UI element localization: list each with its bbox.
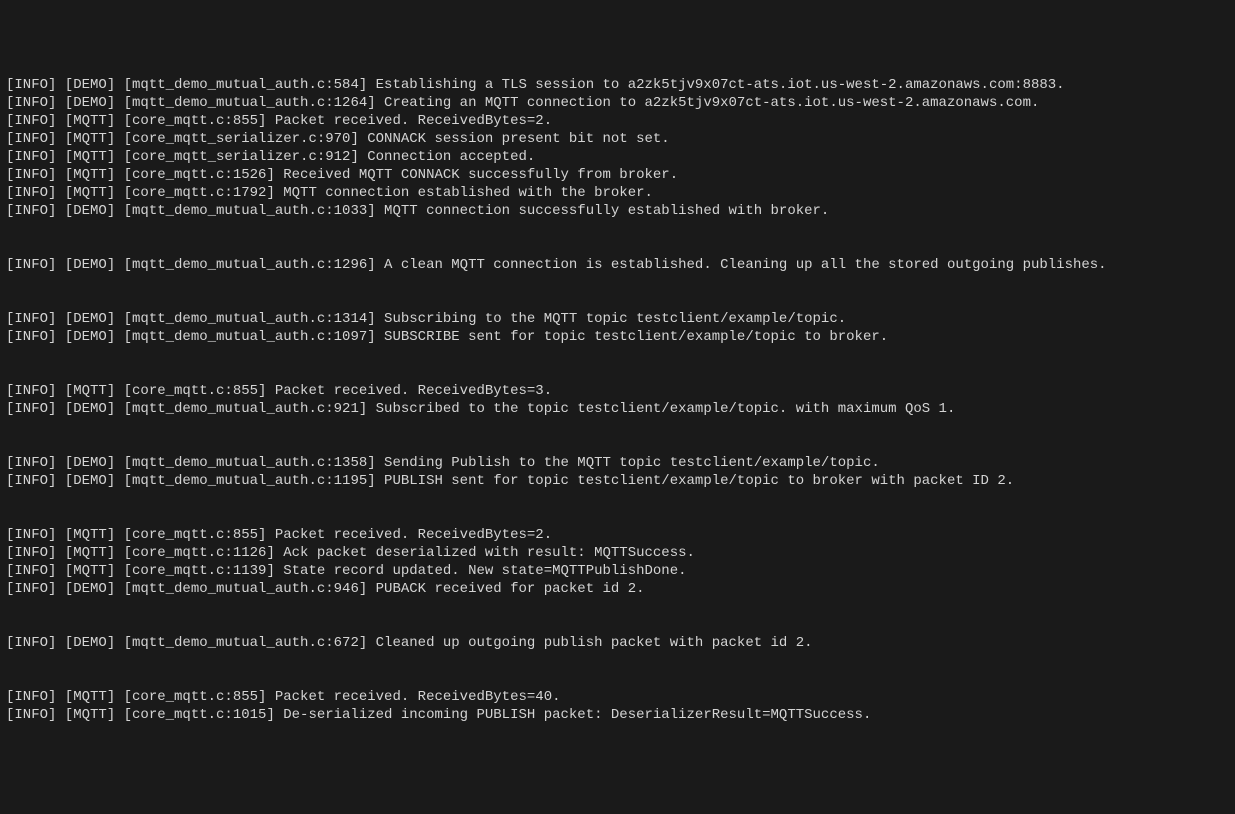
log-line: [INFO] [DEMO] [mqtt_demo_mutual_auth.c:1… — [6, 328, 1229, 346]
log-line: [INFO] [DEMO] [mqtt_demo_mutual_auth.c:9… — [6, 400, 1229, 418]
log-empty-line — [6, 346, 1229, 364]
log-empty-line — [6, 220, 1229, 238]
log-empty-line — [6, 490, 1229, 508]
log-empty-line — [6, 616, 1229, 634]
log-line: [INFO] [DEMO] [mqtt_demo_mutual_auth.c:1… — [6, 94, 1229, 112]
log-line: [INFO] [DEMO] [mqtt_demo_mutual_auth.c:1… — [6, 472, 1229, 490]
log-line: [INFO] [DEMO] [mqtt_demo_mutual_auth.c:6… — [6, 634, 1229, 652]
log-line: [INFO] [DEMO] [mqtt_demo_mutual_auth.c:1… — [6, 310, 1229, 328]
log-line: [INFO] [MQTT] [core_mqtt.c:1139] State r… — [6, 562, 1229, 580]
log-empty-line — [6, 238, 1229, 256]
log-empty-line — [6, 292, 1229, 310]
log-empty-line — [6, 418, 1229, 436]
log-empty-line — [6, 436, 1229, 454]
log-line: [INFO] [DEMO] [mqtt_demo_mutual_auth.c:1… — [6, 256, 1229, 274]
log-line: [INFO] [DEMO] [mqtt_demo_mutual_auth.c:1… — [6, 454, 1229, 472]
log-empty-line — [6, 364, 1229, 382]
log-empty-line — [6, 598, 1229, 616]
log-empty-line — [6, 670, 1229, 688]
log-line: [INFO] [DEMO] [mqtt_demo_mutual_auth.c:9… — [6, 580, 1229, 598]
log-line: [INFO] [DEMO] [mqtt_demo_mutual_auth.c:1… — [6, 202, 1229, 220]
log-line: [INFO] [MQTT] [core_mqtt.c:1126] Ack pac… — [6, 544, 1229, 562]
log-line: [INFO] [MQTT] [core_mqtt.c:855] Packet r… — [6, 688, 1229, 706]
log-line: [INFO] [MQTT] [core_mqtt.c:1526] Receive… — [6, 166, 1229, 184]
log-line: [INFO] [MQTT] [core_mqtt.c:1792] MQTT co… — [6, 184, 1229, 202]
log-line: [INFO] [DEMO] [mqtt_demo_mutual_auth.c:5… — [6, 76, 1229, 94]
log-empty-line — [6, 274, 1229, 292]
log-empty-line — [6, 508, 1229, 526]
log-line: [INFO] [MQTT] [core_mqtt_serializer.c:91… — [6, 148, 1229, 166]
log-line: [INFO] [MQTT] [core_mqtt_serializer.c:97… — [6, 130, 1229, 148]
log-empty-line — [6, 652, 1229, 670]
log-line: [INFO] [MQTT] [core_mqtt.c:855] Packet r… — [6, 382, 1229, 400]
terminal-output[interactable]: [INFO] [DEMO] [mqtt_demo_mutual_auth.c:5… — [6, 76, 1229, 724]
log-line: [INFO] [MQTT] [core_mqtt.c:1015] De-seri… — [6, 706, 1229, 724]
log-line: [INFO] [MQTT] [core_mqtt.c:855] Packet r… — [6, 112, 1229, 130]
log-line: [INFO] [MQTT] [core_mqtt.c:855] Packet r… — [6, 526, 1229, 544]
